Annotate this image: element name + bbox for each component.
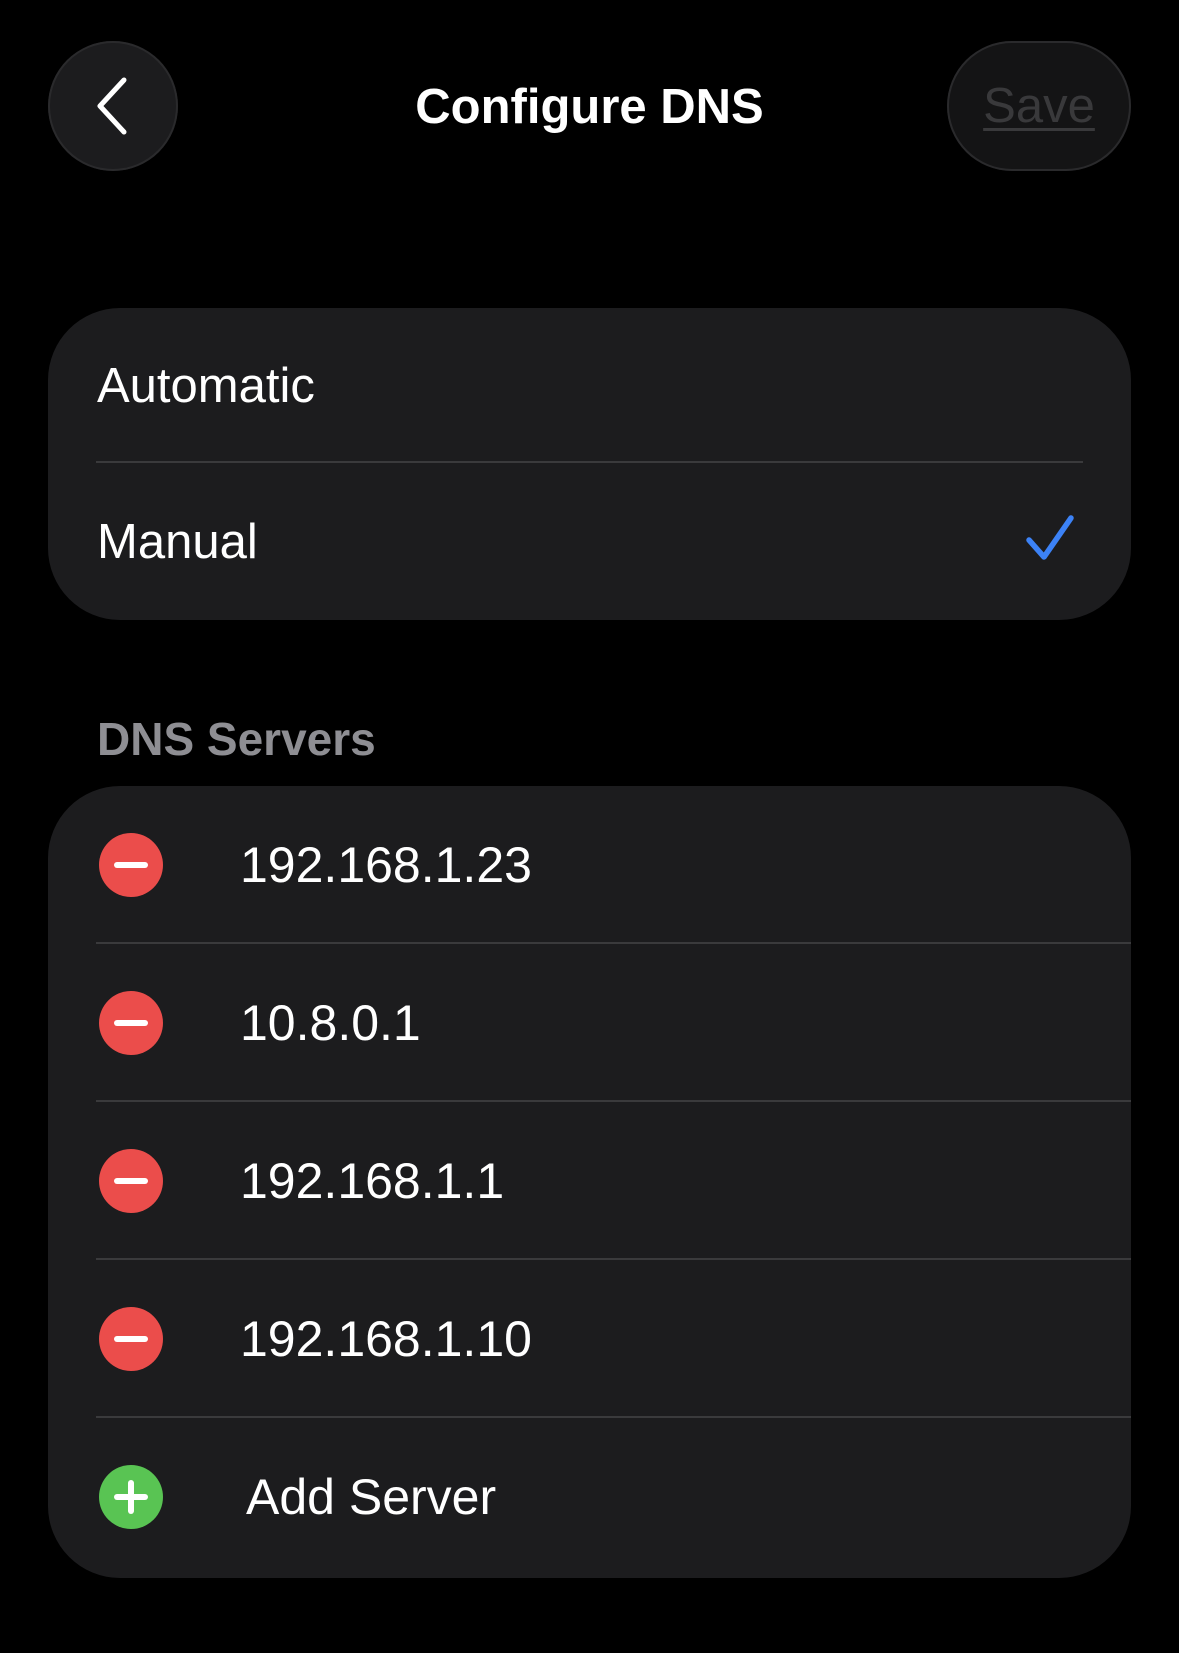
remove-server-button[interactable] xyxy=(99,1307,163,1371)
remove-server-button[interactable] xyxy=(99,833,163,897)
plus-icon xyxy=(114,1480,148,1514)
divider xyxy=(96,461,1083,463)
option-automatic-label: Automatic xyxy=(97,359,315,413)
server-row: 192.168.1.10 xyxy=(48,1260,1131,1418)
back-button[interactable] xyxy=(48,41,178,171)
server-address[interactable]: 10.8.0.1 xyxy=(240,944,421,1102)
dns-mode-group: Automatic Manual xyxy=(48,308,1131,620)
option-automatic[interactable]: Automatic xyxy=(48,308,1131,464)
option-manual-label: Manual xyxy=(97,515,258,569)
minus-icon xyxy=(114,862,148,868)
checkmark-icon xyxy=(1026,515,1074,560)
server-address[interactable]: 192.168.1.1 xyxy=(240,1102,504,1260)
add-server-label: Add Server xyxy=(246,1469,497,1525)
minus-icon xyxy=(114,1178,148,1184)
option-manual[interactable]: Manual xyxy=(48,464,1131,620)
server-row: 192.168.1.1 xyxy=(48,1102,1131,1260)
plus-circle-icon xyxy=(99,1465,163,1529)
dns-servers-list: 192.168.1.23 10.8.0.1 192.168.1.1 192.16… xyxy=(48,786,1131,1578)
chevron-left-icon xyxy=(97,77,127,135)
remove-server-button[interactable] xyxy=(99,1149,163,1213)
server-row: 10.8.0.1 xyxy=(48,944,1131,1102)
server-address[interactable]: 192.168.1.10 xyxy=(240,1260,532,1418)
server-row: 192.168.1.23 xyxy=(48,786,1131,944)
navigation-bar: Configure DNS Save xyxy=(0,0,1179,215)
minus-icon xyxy=(114,1020,148,1026)
add-server-button[interactable]: Add Server xyxy=(48,1418,1131,1576)
minus-icon xyxy=(114,1336,148,1342)
server-address[interactable]: 192.168.1.23 xyxy=(240,786,532,944)
save-button[interactable]: Save xyxy=(947,41,1131,171)
page-title: Configure DNS xyxy=(415,80,764,134)
save-button-label: Save xyxy=(983,79,1095,133)
remove-server-button[interactable] xyxy=(99,991,163,1055)
section-header-dns-servers: DNS Servers xyxy=(97,713,376,765)
